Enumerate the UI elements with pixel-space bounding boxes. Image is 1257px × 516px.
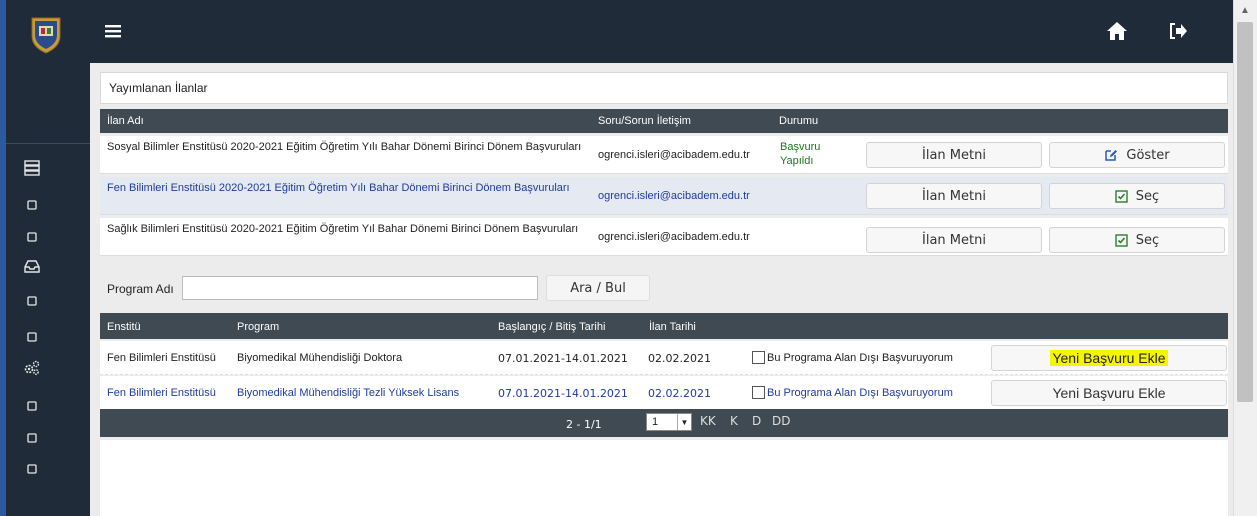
next-page-icon[interactable]: D — [752, 414, 761, 428]
button-label: Seç — [1135, 188, 1160, 204]
home-icon[interactable] — [1106, 21, 1128, 41]
search-button[interactable]: Ara / Bul — [546, 275, 650, 301]
sidebar-item-9[interactable] — [20, 426, 44, 450]
contact-email: ogrenci.isleri@acibadem.edu.tr — [598, 149, 750, 161]
programs-header: Enstitü Program Başlangıç / Bitiş Tarihi… — [100, 313, 1228, 339]
pagination-bar: 2 - 1/1 1 ▼ KK K D DD — [100, 409, 1228, 437]
announcement-text-button[interactable]: İlan Metni — [866, 183, 1042, 209]
status-badge: Başvuru Yapıldı — [780, 141, 821, 167]
button-label: Göster — [1126, 147, 1170, 163]
sidebar-separator — [6, 143, 90, 144]
sidebar-item-3[interactable] — [20, 225, 44, 249]
new-application-button[interactable]: Yeni Başvuru Ekle — [991, 380, 1227, 406]
page-info: 2 - 1/1 — [566, 418, 602, 431]
square-icon — [27, 401, 37, 411]
sidebar-item-list[interactable] — [20, 156, 44, 180]
show-button[interactable]: Göster — [1049, 142, 1225, 168]
dates-cell: 07.01.2021-14.01.2021 — [498, 352, 628, 365]
button-label: Yeni Başvuru Ekle — [1052, 385, 1166, 401]
inbox-icon — [24, 260, 40, 273]
chevron-down-icon: ▼ — [677, 414, 691, 430]
announcement-row[interactable]: Fen Bilimleri Enstitüsü 2020-2021 Eğitim… — [100, 177, 1228, 215]
announcement-name: Sosyal Bilimler Enstitüsü 2020-2021 Eğit… — [107, 141, 582, 153]
new-application-button[interactable]: Yeni Başvuru Ekle — [991, 345, 1227, 371]
out-of-field-checkbox[interactable] — [752, 351, 765, 364]
program-row[interactable]: Fen Bilimleri Enstitüsü Biyomedikal Mühe… — [100, 376, 1228, 410]
page-select[interactable]: 1 ▼ — [646, 413, 692, 431]
sidebar-item-settings[interactable] — [20, 356, 44, 380]
announce-date-cell: 02.02.2021 — [648, 387, 711, 400]
scroll-up-arrow-icon[interactable]: ▲ — [1233, 2, 1257, 18]
dates-cell: 07.01.2021-14.01.2021 — [498, 387, 628, 400]
panel-title: Yayımlanan İlanlar — [100, 72, 1228, 104]
button-label: İlan Metni — [922, 147, 986, 163]
sign-out-icon[interactable] — [1168, 22, 1188, 40]
sidebar — [6, 0, 90, 516]
col-announce-date: İlan Tarihi — [649, 321, 696, 333]
square-icon — [27, 296, 37, 306]
button-label: İlan Metni — [922, 232, 986, 248]
button-label: Seç — [1135, 232, 1160, 248]
program-row[interactable]: Fen Bilimleri Enstitüsü Biyomedikal Mühe… — [100, 341, 1228, 375]
square-icon — [27, 433, 37, 443]
contact-email: ogrenci.isleri@acibadem.edu.tr — [598, 231, 750, 243]
col-institute: Enstitü — [107, 321, 141, 333]
button-label: Yeni Başvuru Ekle — [1050, 350, 1168, 366]
select-button[interactable]: Seç — [1049, 227, 1225, 253]
prev-page-icon[interactable]: K — [730, 414, 738, 428]
square-icon — [27, 232, 37, 242]
edit-icon — [1105, 150, 1118, 161]
select-button[interactable]: Seç — [1049, 183, 1225, 209]
sidebar-item-2[interactable] — [20, 193, 44, 217]
check-square-icon — [1115, 233, 1128, 247]
institute-cell: Fen Bilimleri Enstitüsü — [107, 387, 216, 399]
sidebar-item-8[interactable] — [20, 394, 44, 418]
hamburger-icon[interactable] — [105, 24, 121, 38]
announcement-name: Sağlık Bilimleri Enstitüsü 2020-2021 Eği… — [107, 223, 579, 235]
col-dates: Başlangıç / Bitiş Tarihi — [498, 321, 606, 333]
out-of-field-label[interactable]: Bu Programa Alan Dışı Başvuruyorum — [767, 352, 953, 364]
check-square-icon — [1115, 189, 1128, 203]
col-announcement-name: İlan Adı — [107, 115, 144, 127]
program-cell: Biyomedikal Mühendisliği Tezli Yüksek Li… — [237, 387, 460, 399]
layout-list-icon — [24, 160, 40, 176]
sidebar-item-5[interactable] — [20, 289, 44, 313]
announcement-text-button[interactable]: İlan Metni — [866, 142, 1042, 168]
square-icon — [27, 332, 37, 342]
top-bar — [90, 0, 1233, 63]
university-logo — [31, 17, 61, 54]
page-select-value: 1 — [652, 416, 659, 428]
content-blank-area — [100, 440, 1228, 516]
contact-email: ogrenci.isleri@acibadem.edu.tr — [598, 190, 750, 202]
gears-icon — [24, 360, 40, 375]
announcement-row[interactable]: Sosyal Bilimler Enstitüsü 2020-2021 Eğit… — [100, 136, 1228, 174]
button-label: İlan Metni — [922, 188, 986, 204]
program-name-input[interactable] — [182, 276, 538, 300]
out-of-field-label[interactable]: Bu Programa Alan Dışı Başvuruyorum — [767, 387, 953, 399]
last-page-icon[interactable]: DD — [772, 414, 790, 428]
sidebar-item-inbox[interactable] — [20, 254, 44, 278]
announcement-name: Fen Bilimleri Enstitüsü 2020-2021 Eğitim… — [107, 182, 570, 194]
program-search: Program Adı Ara / Bul — [100, 270, 1228, 306]
program-name-label: Program Adı — [107, 282, 174, 296]
program-cell: Biyomedikal Mühendisliği Doktora — [237, 352, 403, 364]
square-icon — [27, 200, 37, 210]
first-page-icon[interactable]: KK — [700, 414, 716, 428]
sidebar-item-10[interactable] — [20, 457, 44, 481]
square-icon — [27, 464, 37, 474]
announcement-row[interactable]: Sağlık Bilimleri Enstitüsü 2020-2021 Eği… — [100, 218, 1228, 256]
sidebar-item-6[interactable] — [20, 325, 44, 349]
announcements-header: İlan Adı Soru/Sorun İletişim Durumu — [100, 109, 1228, 133]
scroll-thumb[interactable] — [1237, 22, 1253, 402]
announcement-text-button[interactable]: İlan Metni — [866, 227, 1042, 253]
institute-cell: Fen Bilimleri Enstitüsü — [107, 352, 216, 364]
col-contact: Soru/Sorun İletişim — [598, 115, 691, 127]
col-status: Durumu — [779, 115, 819, 127]
announce-date-cell: 02.02.2021 — [648, 352, 711, 365]
col-program: Program — [237, 321, 280, 333]
out-of-field-checkbox[interactable] — [752, 386, 765, 399]
